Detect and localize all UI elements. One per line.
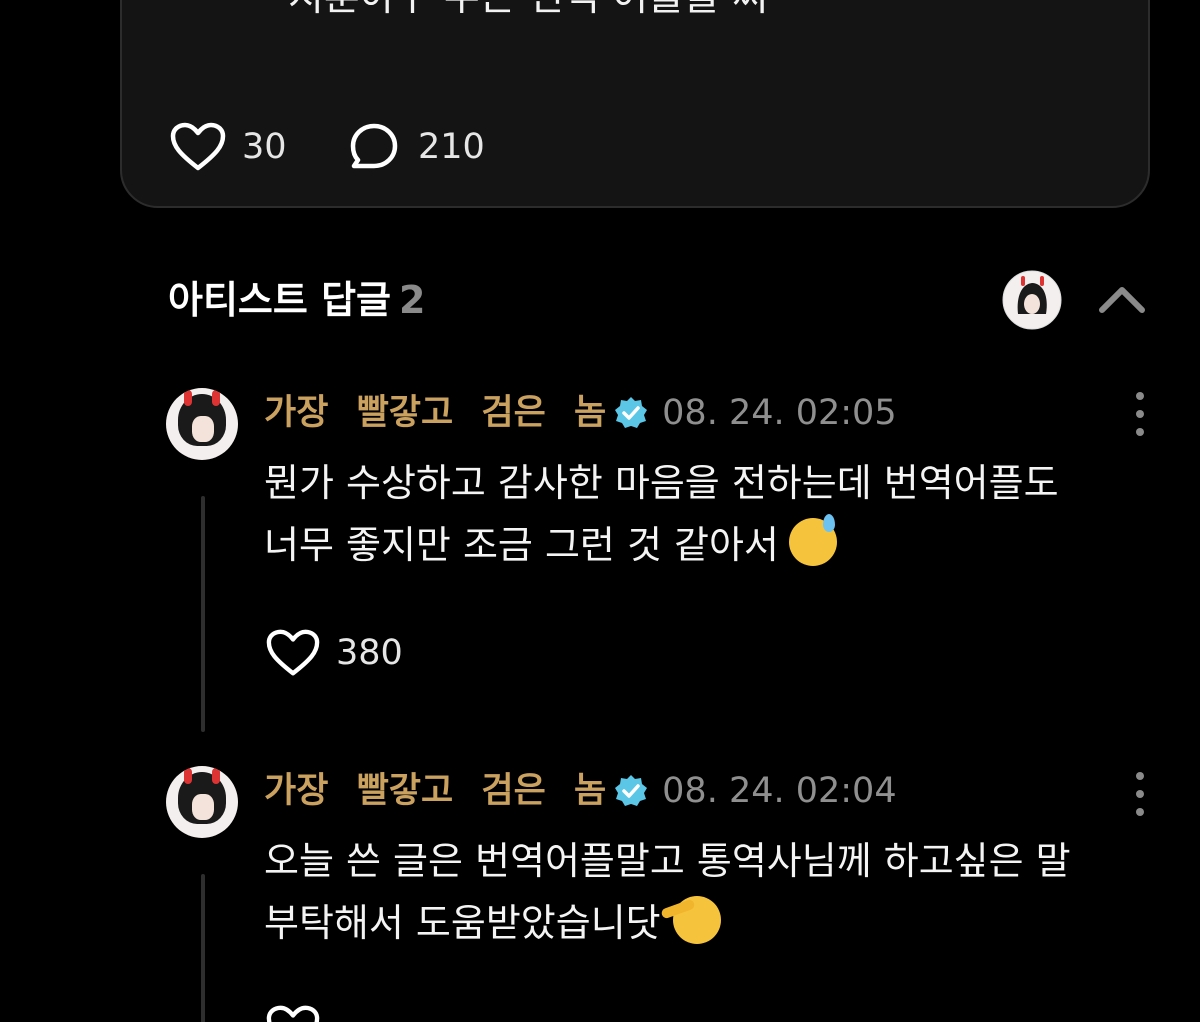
verified-badge-icon: [615, 397, 648, 428]
reply-line: 너무 좋지만 조금 그런 것 같아서: [264, 523, 779, 567]
reply-avatar[interactable]: [166, 388, 238, 460]
like-button[interactable]: [266, 1004, 320, 1022]
timestamp: 08. 24. 02:05: [662, 393, 897, 433]
comment-count: 210: [418, 127, 485, 167]
heart-icon: [266, 629, 320, 676]
like-button[interactable]: 30: [170, 122, 287, 172]
reply-line: 부탁해서 도움받았습니닷: [264, 901, 661, 945]
author-name[interactable]: 가장 빨갛고 검은 놈: [264, 388, 606, 438]
like-button[interactable]: 380: [266, 628, 403, 678]
artist-replies-title: 아티스트 답글 2: [168, 272, 425, 328]
reply-header: 가장 빨갛고 검은 놈 08. 24. 02:05: [264, 388, 897, 438]
author-name[interactable]: 가장 빨갛고 검은 놈: [264, 766, 606, 816]
post-card[interactable]: 지훈아ㅏ 무슨 번역 어플을 써 30 210: [120, 0, 1150, 208]
heart-icon: [170, 122, 226, 171]
thread-line: [201, 496, 205, 732]
artist-avatar[interactable]: [1002, 270, 1062, 330]
verified-badge-icon: [615, 775, 648, 806]
like-count: 380: [336, 633, 403, 673]
reply-count: 2: [399, 278, 426, 322]
comment-icon: [350, 123, 398, 169]
more-options-icon[interactable]: [1134, 772, 1146, 816]
thread-line: [201, 874, 205, 1022]
grinning-sweat-emoji-icon: [788, 514, 837, 566]
comment-button[interactable]: 210: [348, 122, 485, 172]
post-text: 지훈아ㅏ 무슨 번역 어플을 써: [288, 0, 768, 26]
like-count: 30: [242, 127, 287, 167]
reply-avatar[interactable]: [166, 766, 238, 838]
reply-body: 오늘 쓴 글은 번역어플말고 통역사님께 하고싶은 말 부탁해서 도움받았습니닷: [264, 830, 1164, 954]
section-label: 아티스트 답글: [168, 278, 391, 322]
reply-header: 가장 빨갛고 검은 놈 08. 24. 02:04: [264, 766, 897, 816]
reply-body: 뭔가 수상하고 감사한 마음을 전하는데 번역어플도 너무 좋지만 조금 그런 …: [264, 452, 1164, 576]
timestamp: 08. 24. 02:04: [662, 771, 897, 811]
thread-screen: 지훈아ㅏ 무슨 번역 어플을 써 30 210 아티스트 답글2: [0, 0, 1200, 1022]
more-options-icon[interactable]: [1134, 392, 1146, 436]
collapse-chevron-up-icon[interactable]: [1096, 278, 1148, 322]
reply-line: 뭔가 수상하고 감사한 마음을 전하는데 번역어플도: [264, 461, 1059, 505]
saluting-face-emoji-icon: [672, 896, 721, 944]
reply-line: 오늘 쓴 글은 번역어플말고 통역사님께 하고싶은 말: [264, 839, 1071, 883]
heart-icon: [266, 1005, 320, 1022]
